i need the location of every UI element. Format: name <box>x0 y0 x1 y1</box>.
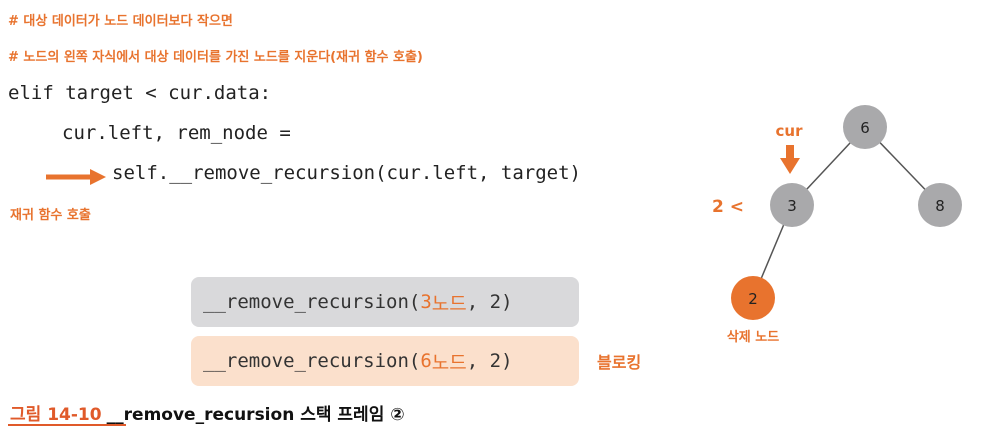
stack-frame-bottom-num: 6 <box>420 350 432 372</box>
down-arrow-icon <box>780 145 800 174</box>
caption-underline <box>8 424 126 426</box>
stack-frame-top-suffix: , 2) <box>466 291 513 313</box>
cur-label: cur <box>776 122 804 140</box>
code-line-1: elif target < cur.data: <box>8 82 272 104</box>
figure-caption: 그림 14-10 __remove_recursion 스택 프레임 ② <box>10 400 405 425</box>
stack-frame-top-num: 3 <box>420 291 432 313</box>
tree-node-left-label: 3 <box>787 197 797 215</box>
caption-number: 그림 14-10 <box>10 405 102 425</box>
blocking-label: 블로킹 <box>597 353 642 372</box>
comment-line-1: # 대상 데이터가 노드 데이터보다 작으면 <box>8 14 233 29</box>
stack-frame-top: __remove_recursion(3 노드, 2) <box>191 277 579 327</box>
stack-frame-bottom-node: 노드 <box>431 351 467 374</box>
compare-label: 2 < <box>712 197 744 217</box>
recursive-call-label: 재귀 함수 호출 <box>10 208 91 223</box>
binary-tree-diagram: 6 3 8 2 cur 2 < 삭제 노드 <box>712 105 962 345</box>
stack-frame-bottom: __remove_recursion(6 노드, 2) <box>191 336 579 386</box>
stack-frame-bottom-suffix: , 2) <box>466 350 513 372</box>
tree-node-delete-label: 2 <box>748 290 758 308</box>
tree-node-right-label: 8 <box>935 197 945 215</box>
caption-text: __remove_recursion 스택 프레임 ② <box>106 405 405 425</box>
right-arrow-icon <box>46 169 106 185</box>
stack-frame-bottom-prefix: __remove_recursion( <box>203 350 421 372</box>
delete-node-label: 삭제 노드 <box>727 330 779 345</box>
comment-line-2: # 노드의 왼쪽 자식에서 대상 데이터를 가진 노드를 지운다(재귀 함수 호… <box>8 50 423 65</box>
stack-frame-top-node: 노드 <box>431 292 467 315</box>
code-line-2: cur.left, rem_node = <box>62 122 291 144</box>
stack-frame-top-prefix: __remove_recursion( <box>203 291 421 313</box>
tree-node-root-label: 6 <box>860 119 870 137</box>
code-line-3: self.__remove_recursion(cur.left, target… <box>112 162 581 184</box>
